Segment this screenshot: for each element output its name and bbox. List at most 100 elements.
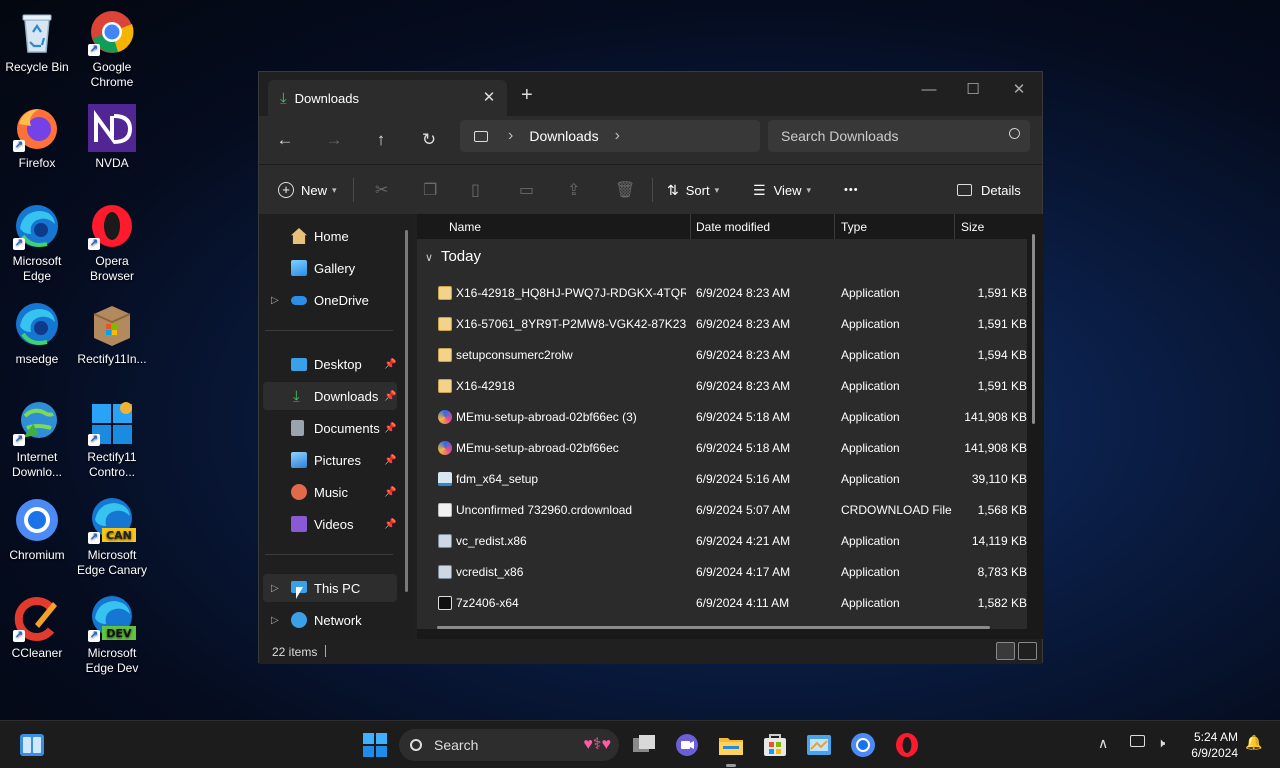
column-header-name[interactable]: Name xyxy=(449,220,481,234)
minimize-button[interactable]: — xyxy=(907,76,951,104)
file-row[interactable]: X16-57061_8YR9T-P2MW8-VGK42-87K23-... 6/9… xyxy=(417,308,1027,339)
horizontal-scrollbar[interactable] xyxy=(437,626,990,629)
desktop-icon-recycle-bin[interactable]: Recycle Bin xyxy=(0,8,74,75)
file-row[interactable]: vc_redist.x86 6/9/2024 4:21 AM Application… xyxy=(417,525,1027,556)
desktop-icon-ccleaner[interactable]: ↗ CCleaner xyxy=(0,594,74,661)
desktop-icon-edge-dev[interactable]: DEV ↗ Microsoft Edge Dev xyxy=(75,594,149,676)
share-button[interactable]: ⇪ xyxy=(567,165,580,215)
vertical-scrollbar[interactable] xyxy=(1032,234,1035,424)
chevron-right-icon[interactable]: ▷ xyxy=(271,583,279,594)
nav-item-onedrive[interactable]: ▷ OneDrive xyxy=(263,286,397,314)
delete-button[interactable]: 🗑 xyxy=(615,165,635,215)
pin-icon[interactable]: 📌 xyxy=(384,455,396,466)
show-hidden-icons-button[interactable]: ∧ xyxy=(1098,735,1108,768)
pin-icon[interactable]: 📌 xyxy=(384,391,396,402)
pin-icon[interactable]: 📌 xyxy=(384,359,396,370)
desktop-icon-microsoft-edge[interactable]: ↗ Microsoft Edge xyxy=(0,202,74,284)
desktop-icon-firefox[interactable]: ↗ Firefox xyxy=(0,104,74,171)
opera-taskbar-icon[interactable] xyxy=(893,731,921,759)
nav-item-desktop[interactable]: Desktop 📌 xyxy=(263,350,397,378)
chromium-taskbar-icon[interactable] xyxy=(849,731,877,759)
desktop-icon-nvda[interactable]: NVDA xyxy=(75,104,149,171)
nav-item-downloads[interactable]: ⤓ Downloads 📌 xyxy=(263,382,397,410)
start-button[interactable] xyxy=(361,731,389,759)
title-bar[interactable]: ⤓ Downloads ✕ + — ☐ ✕ xyxy=(259,72,1042,116)
paste-button[interactable]: ▯ xyxy=(471,165,480,215)
column-divider[interactable] xyxy=(834,214,835,239)
column-header-size[interactable]: Size xyxy=(961,220,984,234)
cut-button[interactable]: ✂ xyxy=(375,165,388,215)
tab-downloads[interactable]: ⤓ Downloads ✕ xyxy=(268,80,507,116)
file-row[interactable]: Unconfirmed 732960.crdownload 6/9/2024 5:… xyxy=(417,494,1027,525)
nav-scrollbar[interactable] xyxy=(405,230,408,592)
microsoft-store-icon[interactable] xyxy=(761,731,789,759)
tiles-view-button[interactable] xyxy=(1018,642,1037,660)
nav-item-network[interactable]: ▷ Network xyxy=(263,606,397,634)
control-panel-icon[interactable] xyxy=(805,731,833,759)
notifications-button[interactable]: 🔔 xyxy=(1245,734,1262,768)
widgets-icon[interactable] xyxy=(18,731,46,759)
clock[interactable]: 5:24 AM 6/9/2024 xyxy=(1186,729,1238,768)
task-view-icon[interactable] xyxy=(630,731,658,759)
back-button[interactable]: ← xyxy=(272,127,298,153)
breadcrumb-separator[interactable]: › xyxy=(508,127,513,145)
refresh-button[interactable]: ↻ xyxy=(416,127,442,153)
file-row[interactable]: X16-42918_HQ8HJ-PWQ7J-RDGKX-4TQR... 6/9/2… xyxy=(417,277,1027,308)
pin-icon[interactable]: 📌 xyxy=(384,423,396,434)
column-header-date[interactable]: Date modified xyxy=(696,220,770,234)
maximize-button[interactable]: ☐ xyxy=(951,76,995,104)
desktop-icon-rectify11-installer[interactable]: Rectify11In... xyxy=(75,300,149,367)
desktop-icon-msedge[interactable]: msedge xyxy=(0,300,74,367)
file-row[interactable]: vcredist_x86 6/9/2024 4:17 AM Application 8… xyxy=(417,556,1027,587)
desktop-icon-rectify11-control[interactable]: ↗ Rectify11 Contro... xyxy=(75,398,149,480)
nav-item-music[interactable]: Music 📌 xyxy=(263,478,397,506)
rename-button[interactable]: ▭ xyxy=(519,165,534,215)
view-button[interactable]: ☰ View ▾ xyxy=(753,165,811,215)
details-view-button[interactable] xyxy=(996,642,1015,660)
details-pane-button[interactable]: Details xyxy=(957,165,1021,215)
chevron-right-icon[interactable]: ▷ xyxy=(271,615,279,626)
file-row[interactable]: MEmu-setup-abroad-02bf66ec 6/9/2024 5:18 … xyxy=(417,432,1027,463)
more-options-button[interactable]: ••• xyxy=(844,165,859,215)
breadcrumb-downloads[interactable]: Downloads xyxy=(529,128,598,144)
nav-item-gallery[interactable]: Gallery xyxy=(263,254,397,282)
pin-icon[interactable]: 📌 xyxy=(384,519,396,530)
nav-item-home[interactable]: Home xyxy=(263,222,397,250)
file-row[interactable]: 7z2406-x64 6/9/2024 4:11 AM Application 1,5… xyxy=(417,587,1027,618)
pin-icon[interactable]: 📌 xyxy=(384,487,396,498)
desktop-icon-internet-download-manager[interactable]: ↗ Internet Downlo... xyxy=(0,398,74,480)
nav-item-videos[interactable]: Videos 📌 xyxy=(263,510,397,538)
network-tray-icon[interactable] xyxy=(1130,735,1145,768)
address-bar[interactable]: › Downloads › xyxy=(460,120,760,152)
close-button[interactable]: ✕ xyxy=(997,76,1041,104)
file-row[interactable]: fdm_x64_setup 6/9/2024 5:16 AM Application… xyxy=(417,463,1027,494)
desktop-icon-google-chrome[interactable]: ↗ Google Chrome xyxy=(75,8,149,90)
search-input[interactable]: Search Downloads xyxy=(768,120,1030,152)
column-header-type[interactable]: Type xyxy=(841,220,867,234)
desktop-icon-opera-browser[interactable]: ↗ Opera Browser xyxy=(75,202,149,284)
tab-close-button[interactable]: ✕ xyxy=(480,89,498,107)
new-button[interactable]: + New ▾ xyxy=(278,165,337,215)
column-divider[interactable] xyxy=(690,214,691,239)
file-explorer-taskbar-icon[interactable] xyxy=(717,731,745,767)
forward-button[interactable]: → xyxy=(321,127,347,153)
nav-item-pictures[interactable]: Pictures 📌 xyxy=(263,446,397,474)
desktop-icon-edge-canary[interactable]: CAN ↗ Microsoft Edge Canary xyxy=(75,496,149,578)
volume-tray-icon[interactable]: 🕨 xyxy=(1157,735,1165,768)
sort-button[interactable]: ⇅ Sort ▾ xyxy=(667,165,719,215)
nav-item-documents[interactable]: Documents 📌 xyxy=(263,414,397,442)
new-tab-button[interactable]: + xyxy=(521,85,539,105)
teams-chat-icon[interactable] xyxy=(673,731,701,759)
chevron-right-icon[interactable]: ▷ xyxy=(271,295,279,306)
file-row[interactable]: MEmu-setup-abroad-02bf66ec (3) 6/9/2024 5… xyxy=(417,401,1027,432)
taskbar-search[interactable]: Search ♥⚕♥ xyxy=(399,729,619,761)
file-row[interactable]: setupconsumerc2rolw 6/9/2024 8:23 AM Appli… xyxy=(417,339,1027,370)
breadcrumb-separator[interactable]: › xyxy=(615,127,620,145)
group-header-today[interactable]: ∨ Today xyxy=(425,248,481,265)
nav-item-this-pc[interactable]: ▷ This PC xyxy=(263,574,397,602)
desktop-icon-chromium[interactable]: Chromium xyxy=(0,496,74,563)
file-row[interactable]: X16-42918 6/9/2024 8:23 AM Application 1,59… xyxy=(417,370,1027,401)
up-button[interactable]: ↑ xyxy=(368,127,394,153)
copy-button[interactable]: ❐ xyxy=(423,165,437,215)
column-divider[interactable] xyxy=(954,214,955,239)
